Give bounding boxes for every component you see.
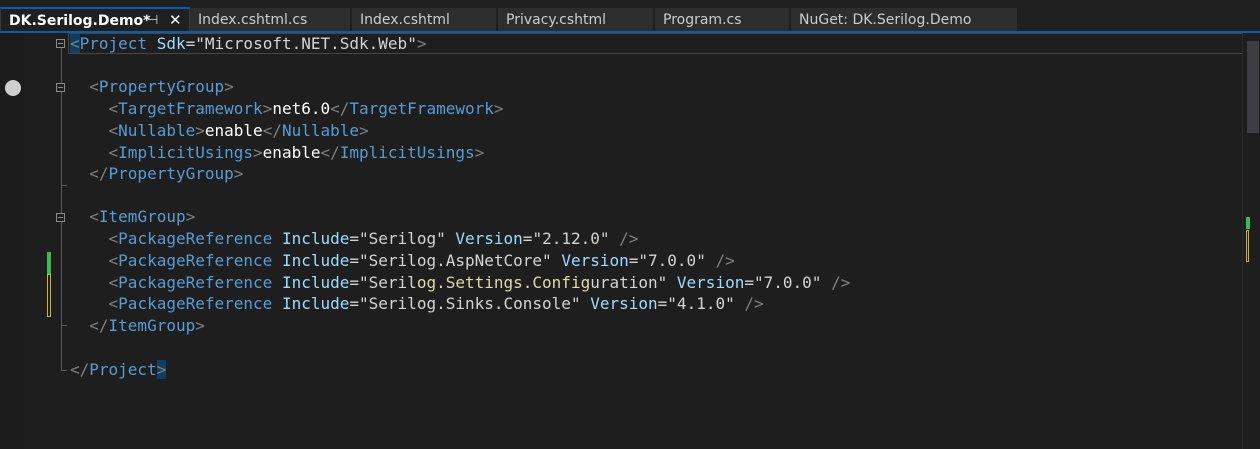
- attribute-value: "Serilog": [359, 229, 446, 248]
- element-text: net6.0: [272, 99, 331, 118]
- attribute-name: Include: [281, 229, 350, 248]
- tab-label: Privacy.cshtml: [506, 12, 607, 28]
- change-marker-saved: [47, 274, 51, 317]
- fold-end-tick: [61, 325, 67, 326]
- close-icon[interactable]: ✕: [169, 9, 182, 32]
- tab-label: Program.cs: [663, 12, 742, 28]
- tag-name: ItemGroup: [108, 316, 196, 335]
- document-tab-strip: DK.Serilog.Demo* ⊣ ✕ Index.cshtml.cs Ind…: [0, 0, 1260, 33]
- tag-name: ItemGroup: [98, 207, 186, 226]
- scrollbar-change-marker: [1246, 217, 1250, 229]
- tag-delimiter: <: [70, 34, 80, 53]
- tab-index-cshtml[interactable]: Index.cshtml: [352, 8, 496, 32]
- scrollbar-thumb[interactable]: [1247, 41, 1259, 133]
- code-editor[interactable]: <Project Sdk="Microsoft.NET.Sdk.Web"> <P…: [0, 33, 1260, 449]
- attribute-value: "7.0.0": [638, 251, 706, 270]
- change-marker-added: [47, 252, 51, 274]
- attribute-name: Include: [281, 294, 350, 313]
- attribute-value: "Serilog.AspNetCore": [359, 251, 552, 270]
- code-line-11: <PackageReference Include="Serilog.AspNe…: [108, 251, 735, 270]
- tag-name: TargetFramework: [349, 99, 494, 118]
- tab-nuget-dk-serilog-demo[interactable]: NuGet: DK.Serilog.Demo: [791, 8, 1017, 32]
- attribute-value: "4.1.0": [667, 294, 735, 313]
- collapse-property-group-icon[interactable]: [56, 83, 65, 92]
- tab-label: Index.cshtml.cs: [198, 12, 308, 28]
- pin-icon[interactable]: ⊣: [147, 9, 158, 32]
- code-line-1: <Project Sdk="Microsoft.NET.Sdk.Web">: [70, 34, 427, 53]
- tag-name: Nullable: [118, 121, 196, 140]
- tag-name: Project: [89, 360, 157, 379]
- tab-label: NuGet: DK.Serilog.Demo: [799, 12, 972, 28]
- tag-name: Project: [79, 34, 148, 53]
- attribute-value: "Microsoft.NET.Sdk.Web": [195, 34, 417, 53]
- attribute-value: "Seril: [359, 273, 417, 292]
- tag-name: ImplicitUsings: [339, 143, 475, 162]
- element-text: enable: [204, 121, 263, 140]
- attribute-name: Version: [561, 251, 629, 270]
- code-line-7: </PropertyGroup>: [89, 164, 244, 183]
- collapse-item-group-icon[interactable]: [56, 213, 65, 222]
- code-line-10: <PackageReference Include="Serilog" Vers…: [108, 229, 639, 248]
- tag-name: PropertyGroup: [98, 77, 225, 96]
- tag-name: PackageReference: [118, 273, 273, 292]
- attribute-name: Version: [676, 273, 745, 292]
- code-line-4: <TargetFramework>net6.0</TargetFramework…: [108, 99, 504, 118]
- fold-end-tick: [61, 185, 67, 186]
- tag-name: PackageReference: [118, 294, 273, 313]
- code-line-16: </Project>: [70, 360, 167, 379]
- code-line-5: <Nullable>enable</Nullable>: [108, 121, 369, 140]
- code-line-12: <PackageReference Include="Serilog.Setti…: [108, 273, 851, 292]
- tag-name: PackageReference: [118, 251, 273, 270]
- code-line-9: <ItemGroup>: [89, 207, 196, 226]
- attribute-name: Version: [455, 229, 523, 248]
- tab-label: Index.cshtml: [360, 12, 450, 28]
- attribute-name: Version: [590, 294, 658, 313]
- tab-privacy-cshtml[interactable]: Privacy.cshtml: [498, 8, 653, 32]
- code-line-3: <PropertyGroup>: [89, 77, 234, 96]
- breakpoint-indicator-icon[interactable]: [5, 80, 21, 96]
- attribute-value: "Serilog.Sinks.Console": [359, 294, 581, 313]
- vertical-scrollbar[interactable]: [1242, 33, 1260, 449]
- tab-program-cs[interactable]: Program.cs: [655, 8, 789, 32]
- attribute-value: "2.12.0": [532, 229, 610, 248]
- code-line-14: </ItemGroup>: [89, 316, 205, 335]
- attribute-value-highlight: og.Settings.Config: [416, 273, 591, 292]
- fold-guide: [61, 92, 62, 213]
- attribute-name: Include: [281, 273, 350, 292]
- fold-guide: [61, 48, 62, 83]
- fold-guide: [61, 222, 62, 370]
- matching-brace-highlight: >: [156, 360, 167, 379]
- collapse-project-icon[interactable]: [56, 39, 65, 48]
- code-line-6: <ImplicitUsings>enable</ImplicitUsings>: [108, 143, 485, 162]
- code-line-13: <PackageReference Include="Serilog.Sinks…: [108, 294, 764, 313]
- attribute-value: "7.0.0": [753, 273, 822, 292]
- tag-name: TargetFramework: [118, 99, 263, 118]
- tag-name: PackageReference: [118, 229, 273, 248]
- tag-name: PropertyGroup: [108, 164, 234, 183]
- attribute-value: uration": [590, 273, 668, 292]
- attribute-name: Include: [281, 251, 350, 270]
- fold-end-tick: [61, 370, 67, 371]
- element-text: enable: [262, 143, 321, 162]
- tag-name: Nullable: [281, 121, 359, 140]
- tab-dk-serilog-demo[interactable]: DK.Serilog.Demo* ⊣ ✕: [0, 7, 190, 32]
- tab-index-cshtml-cs[interactable]: Index.cshtml.cs: [190, 8, 350, 32]
- tag-name: ImplicitUsings: [118, 143, 254, 162]
- tab-label: DK.Serilog.Demo*: [9, 13, 151, 29]
- attribute-name: Sdk: [156, 34, 186, 53]
- scrollbar-change-marker: [1246, 230, 1249, 262]
